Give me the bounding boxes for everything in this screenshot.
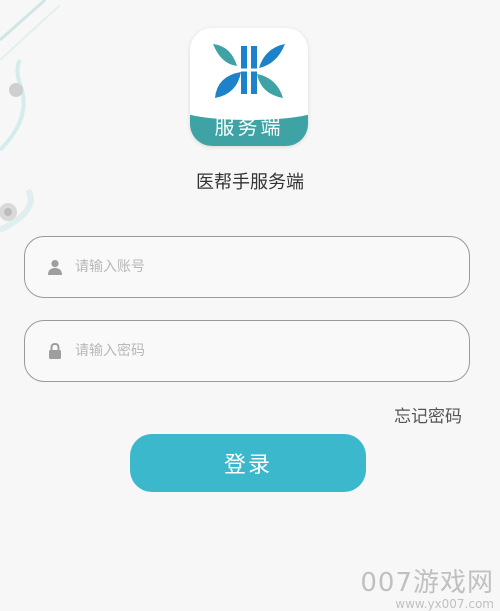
background-decoration [0,0,60,233]
login-button[interactable]: 登录 [130,434,366,492]
lock-icon [47,343,63,359]
decor-dot-icon [9,83,23,97]
app-title: 医帮手服务端 [196,172,304,193]
app-logo-icon [213,44,285,98]
app-logo: 服务端 [190,28,308,146]
watermark-main: 007游戏网 [360,568,494,598]
forgot-password-link[interactable]: 忘记密码 [394,402,462,427]
logo-badge-text: 服务端 [214,115,284,139]
account-input[interactable] [73,246,453,288]
password-input[interactable] [73,330,453,372]
password-field[interactable] [24,320,470,382]
watermark: 007游戏网 www.yx007.com [360,570,494,610]
watermark-url: www.yx007.com [395,597,494,611]
account-field[interactable] [24,236,470,298]
user-icon [47,259,63,275]
